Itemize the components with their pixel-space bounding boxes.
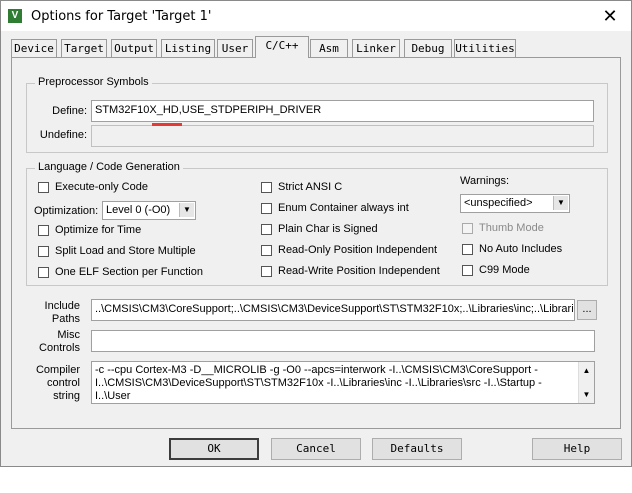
enum-container-label: Enum Container always int (278, 202, 409, 214)
compiler-string-textarea[interactable]: -c --cpu Cortex-M3 -D__MICROLIB -g -O0 -… (91, 361, 595, 404)
compiler-string-text: -c --cpu Cortex-M3 -D__MICROLIB -g -O0 -… (95, 364, 542, 402)
tab-linker[interactable]: Linker (352, 39, 400, 57)
compiler-string-label: Compiler control string (35, 364, 80, 402)
c99-mode-label: C99 Mode (479, 264, 530, 276)
misc-controls-label: Misc Controls (39, 329, 80, 354)
no-auto-includes-label: No Auto Includes (479, 243, 563, 255)
browse-button[interactable]: ... (577, 300, 597, 320)
close-icon[interactable]: ✕ (599, 5, 621, 27)
help-button[interactable]: Help (532, 438, 622, 460)
split-load-checkbox[interactable] (38, 246, 49, 257)
one-elf-label: One ELF Section per Function (55, 266, 203, 278)
strict-ansi-checkbox[interactable] (261, 182, 272, 193)
title-bar: V Options for Target 'Target 1' ✕ (1, 1, 631, 31)
include-paths-label: Include Paths (44, 300, 80, 325)
define-input[interactable]: STM32F10X_HD,USE_STDPERIPH_DRIVER (91, 100, 594, 122)
scroll-down-icon[interactable]: ▼ (579, 388, 594, 401)
tab-listing[interactable]: Listing (161, 39, 215, 57)
tab-utilities[interactable]: Utilities (454, 39, 516, 57)
tab-cc[interactable]: C/C++ (255, 36, 309, 58)
language-group-title: Language / Code Generation (35, 161, 183, 173)
thumb-mode-checkbox[interactable] (462, 223, 473, 234)
tab-asm[interactable]: Asm (310, 39, 348, 57)
tab-target[interactable]: Target (61, 39, 107, 57)
rw-pi-checkbox[interactable] (261, 266, 272, 277)
scroll-up-icon[interactable]: ▲ (579, 364, 594, 377)
cc-tab-panel: Preprocessor Symbols Define: STM32F10X_H… (11, 57, 621, 429)
enum-container-checkbox[interactable] (261, 203, 272, 214)
tab-output[interactable]: Output (111, 39, 157, 57)
tab-debug[interactable]: Debug (404, 39, 452, 57)
define-label: Define: (52, 105, 87, 117)
rw-pi-label: Read-Write Position Independent (278, 265, 440, 277)
include-paths-input[interactable]: ..\CMSIS\CM3\CoreSupport;..\CMSIS\CM3\De… (91, 299, 575, 321)
cancel-button[interactable]: Cancel (271, 438, 361, 460)
execute-only-checkbox[interactable] (38, 182, 49, 193)
dialog-title: Options for Target 'Target 1' (31, 9, 212, 24)
plain-char-checkbox[interactable] (261, 224, 272, 235)
execute-only-label: Execute-only Code (55, 181, 148, 193)
optimization-label: Optimization: (34, 205, 99, 217)
tab-device[interactable]: Device (11, 39, 57, 57)
optimization-select[interactable]: Level 0 (-O0) ▼ (102, 201, 196, 220)
warnings-select[interactable]: <unspecified> ▼ (460, 194, 570, 213)
keil-app-icon: V (8, 9, 22, 23)
red-underline-annotation (152, 123, 182, 126)
ro-pi-checkbox[interactable] (261, 245, 272, 256)
split-load-label: Split Load and Store Multiple (55, 245, 196, 257)
ro-pi-label: Read-Only Position Independent (278, 244, 437, 256)
warnings-label: Warnings: (460, 175, 510, 187)
one-elf-checkbox[interactable] (38, 267, 49, 278)
plain-char-label: Plain Char is Signed (278, 223, 378, 235)
optimize-time-label: Optimize for Time (55, 224, 142, 236)
ok-button[interactable]: OK (169, 438, 259, 460)
chevron-down-icon: ▼ (179, 203, 194, 217)
misc-controls-input[interactable] (91, 330, 595, 352)
tab-user[interactable]: User (217, 39, 253, 57)
thumb-mode-label: Thumb Mode (479, 222, 544, 234)
optimization-value: Level 0 (-O0) (106, 204, 171, 216)
strict-ansi-label: Strict ANSI C (278, 181, 343, 193)
defaults-button[interactable]: Defaults (372, 438, 462, 460)
warnings-value: <unspecified> (464, 197, 533, 209)
no-auto-includes-checkbox[interactable] (462, 244, 473, 255)
chevron-down-icon: ▼ (553, 196, 568, 210)
undefine-label: Undefine: (39, 129, 87, 141)
optimize-time-checkbox[interactable] (38, 225, 49, 236)
c99-mode-checkbox[interactable] (462, 265, 473, 276)
compiler-string-scrollbar[interactable]: ▲ ▼ (578, 362, 594, 403)
undefine-input[interactable] (91, 125, 594, 147)
preprocessor-group-title: Preprocessor Symbols (35, 76, 152, 88)
options-dialog: V Options for Target 'Target 1' ✕ Device… (0, 0, 632, 467)
